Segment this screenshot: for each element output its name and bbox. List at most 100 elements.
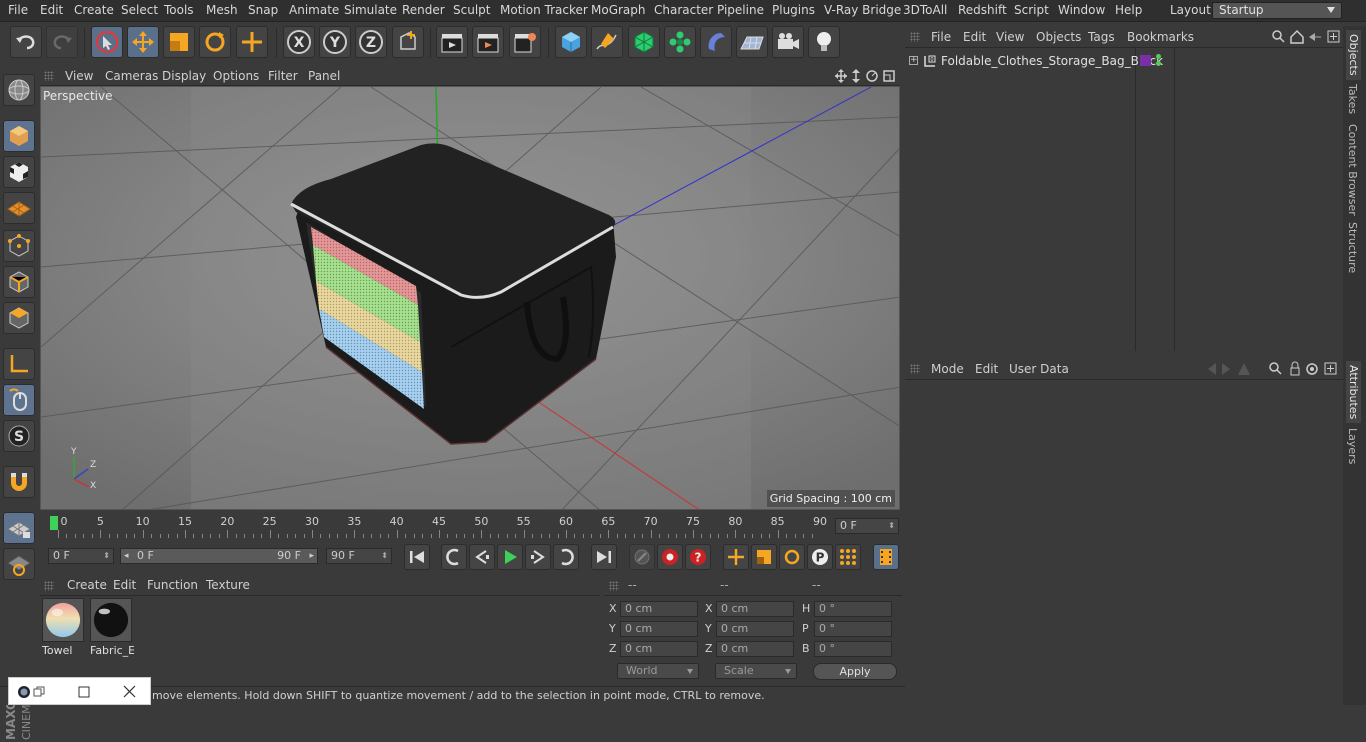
attributes-menu-user-data[interactable]: User Data [1009,362,1069,376]
go-to-end-button[interactable] [591,544,617,570]
grid-snap-button[interactable] [3,512,35,544]
start-frame-field[interactable]: 0 F ⬍ [48,548,114,564]
viewport-menu-filter[interactable]: Filter [268,69,298,83]
add-light-button[interactable] [808,26,840,58]
perspective-viewport[interactable]: Y Z X Perspective Grid Spacing : 100 cm [40,86,900,510]
frame-range-slider[interactable]: ◂ 0 F 90 F ▸ [120,548,318,564]
editor-visibility-dot[interactable] [1156,54,1161,59]
next-frame-button[interactable] [525,544,551,570]
tab-content-browser[interactable]: Content Browser [1346,124,1359,216]
menu-window[interactable]: Window [1058,3,1105,17]
points-mode-button[interactable] [3,230,35,262]
model-mode-button[interactable] [3,120,35,152]
size-z-field[interactable]: 0 cm [716,641,794,657]
viewport-menu-panel[interactable]: Panel [308,69,340,83]
timeline-ruler[interactable]: 0 5 10 15 20 25 30 35 40 45 50 55 60 65 70 75 80 85 90 0 F… [40,512,900,538]
coordinate-system-button[interactable] [392,26,424,58]
menu-help[interactable]: Help [1115,3,1142,17]
add-generator-button[interactable] [628,26,660,58]
z-axis-lock-button[interactable]: Z [355,26,387,58]
restore-icon[interactable] [33,686,45,698]
play-button[interactable] [497,544,523,570]
apply-button[interactable]: Apply [813,663,897,680]
material-towel[interactable]: Towel [42,598,86,657]
menu-select[interactable]: Select [121,3,158,17]
render-to-picture-viewer-button[interactable] [472,26,504,58]
current-frame-field[interactable]: 0 F ⬍ [835,518,899,534]
object-row[interactable]: + 0 Foldable_Clothes_Storage_Bag_Black [905,52,1343,70]
key-parameter-button[interactable]: P [807,544,833,570]
locked-workplane-button[interactable] [3,548,35,580]
previous-frame-button[interactable] [469,544,495,570]
object-menu-objects[interactable]: Objects [1036,30,1081,44]
object-manager-tools[interactable] [1271,29,1341,45]
scale-button[interactable] [163,26,195,58]
texture-mode-button[interactable] [3,156,35,188]
live-selection-button[interactable] [91,26,123,58]
panel-grip[interactable] [44,581,54,591]
menu-mesh[interactable]: Mesh [206,3,238,17]
timeline-scheme-button[interactable] [873,544,899,570]
render-visibility-dot[interactable] [1156,61,1161,66]
axis-mode-button[interactable] [3,348,35,380]
key-pla-button[interactable] [835,544,861,570]
record-active-objects-button[interactable] [629,544,655,570]
attributes-tools[interactable] [1200,361,1342,377]
maximize-icon[interactable] [78,686,90,698]
menu-motion-tracker[interactable]: Motion Tracker [500,3,588,17]
go-to-start-button[interactable] [404,544,430,570]
key-position-button[interactable] [723,544,749,570]
edges-mode-button[interactable] [3,266,35,298]
material-menu-create[interactable]: Create [67,578,107,592]
menu-sculpt[interactable]: Sculpt [453,3,490,17]
menu-script[interactable]: Script [1014,3,1049,17]
menu-create[interactable]: Create [74,3,114,17]
tab-takes[interactable]: Takes [1346,84,1359,114]
viewport-navigation-icons[interactable] [834,68,898,84]
material-menu-texture[interactable]: Texture [206,578,250,592]
menu-tools[interactable]: Tools [164,3,194,17]
x-axis-lock-button[interactable]: X [283,26,315,58]
add-camera-button[interactable] [772,26,804,58]
key-scale-button[interactable] [751,544,777,570]
render-view-button[interactable] [436,26,468,58]
menu-mograph[interactable]: MoGraph [591,3,646,17]
size-y-field[interactable]: 0 cm [716,621,794,637]
panel-grip[interactable] [910,32,920,42]
key-rotation-button[interactable] [779,544,805,570]
attributes-menu-mode[interactable]: Mode [931,362,964,376]
position-x-field[interactable]: 0 cm [620,601,698,617]
menu-plugins[interactable]: Plugins [772,3,815,17]
expand-icon[interactable]: + [909,56,918,65]
panel-grip[interactable] [44,71,54,81]
position-z-field[interactable]: 0 cm [620,641,698,657]
keyframe-selection-button[interactable]: ? [685,544,711,570]
make-editable-button[interactable] [3,74,35,106]
menu-redshift[interactable]: Redshift [958,3,1007,17]
menu-animate[interactable]: Animate [289,3,339,17]
magnet-button[interactable] [3,466,35,498]
tab-objects[interactable]: Objects [1346,30,1361,80]
menu-file[interactable]: File [8,3,28,17]
object-menu-edit[interactable]: Edit [963,30,986,44]
object-menu-tags[interactable]: Tags [1088,30,1115,44]
menu-snap[interactable]: Snap [248,3,278,17]
y-axis-lock-button[interactable]: Y [319,26,351,58]
material-menu-edit[interactable]: Edit [113,578,136,592]
autokeying-button[interactable] [657,544,683,570]
material-tag-icon[interactable] [1140,55,1151,66]
coordinate-mode-dropdown[interactable]: World [617,663,699,679]
add-environment-button[interactable] [736,26,768,58]
close-icon[interactable] [123,685,136,698]
panel-grip[interactable] [910,364,920,374]
viewport-menu-view[interactable]: View [65,69,93,83]
size-mode-dropdown[interactable]: Scale [715,663,797,679]
viewport-menu-display[interactable]: Display [162,69,206,83]
add-cube-button[interactable] [555,26,587,58]
material-menu-function[interactable]: Function [147,578,198,592]
end-frame-field[interactable]: 90 F ⬍ [326,548,392,564]
material-fabric[interactable]: Fabric_E [90,598,134,657]
menu-vray-bridge[interactable]: V-Ray Bridge [824,3,901,17]
previous-keyframe-button[interactable] [441,544,467,570]
menu-3dtoall[interactable]: 3DToAll [903,3,947,17]
